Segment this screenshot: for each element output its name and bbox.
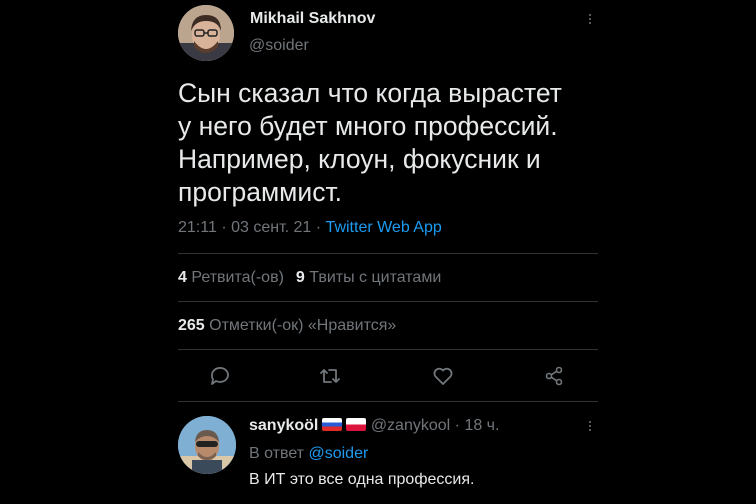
retweets-count: 4 [178,269,187,286]
quotes-stat[interactable]: 9 Твиты с цитатами [296,269,441,286]
divider [178,301,598,302]
reply-more-options-icon[interactable] [586,419,594,435]
reply-author-handle[interactable]: @zanykool [371,417,450,434]
tweet-date[interactable]: 03 сент. 21 [231,219,311,236]
tweet-meta: 21:11 · 03 сент. 21 · Twitter Web App [178,219,442,237]
tweet-text-line: программист. [178,177,343,207]
meta-separator: · [315,219,322,236]
quotes-label: Твиты с цитатами [309,269,442,286]
author-handle[interactable]: @soider [249,37,309,55]
tweet-detail: Mikhail Sakhnov @soider Сын сказал что к… [0,0,756,504]
author-avatar-image [178,5,234,61]
tweet-source-link[interactable]: Twitter Web App [326,219,442,236]
reply-separator: · [454,417,460,434]
reply-to-label: В ответ [249,445,305,462]
more-options-icon[interactable] [586,12,594,28]
reply-header: sanykoöl @zanykool · 18 ч. [249,417,499,435]
reply-avatar-image [178,416,236,474]
author-avatar[interactable] [178,5,234,61]
retweet-icon[interactable] [318,364,342,388]
likes-label: Отметки(-ок) «Нравится» [209,317,397,334]
tweet-text-line: Сын сказал что когда вырастет [178,78,562,108]
reply-icon[interactable] [208,364,232,388]
tweet-time[interactable]: 21:11 [178,219,217,236]
author-name[interactable]: Mikhail Sakhnov [250,10,375,28]
reply-avatar[interactable] [178,416,236,474]
reply-text: В ИТ это все одна профессия. [249,471,475,488]
reply-context: В ответ @soider [249,445,368,463]
tweet-actions [0,364,756,390]
tweet-text-line: у него будет много профессий. [178,111,558,141]
flag-pl-icon [346,418,367,431]
meta-separator: · [221,219,227,236]
tweet-text: Сын сказал что когда вырастет у него буд… [178,77,618,209]
like-icon[interactable] [431,364,455,388]
tweet-text-line: Например, клоун, фокусник и [178,144,541,174]
reply-time[interactable]: 18 ч. [464,417,499,434]
divider [178,401,598,402]
divider [178,253,598,254]
quotes-count: 9 [295,269,305,286]
divider [178,349,598,350]
reply-author-name[interactable]: sanykoöl [249,417,318,434]
share-icon[interactable] [542,364,566,388]
retweets-stat[interactable]: 4 Ретвита(-ов) [178,269,284,286]
likes-count: 265 [178,317,205,334]
reply-to-mention[interactable]: @soider [308,445,368,462]
flag-ru-icon [322,418,343,431]
retweet-quote-stats: 4 Ретвита(-ов) 9 Твиты с цитатами [178,269,441,287]
likes-stat[interactable]: 265 Отметки(-ок) «Нравится» [178,317,396,335]
retweets-label: Ретвита(-ов) [191,269,284,286]
